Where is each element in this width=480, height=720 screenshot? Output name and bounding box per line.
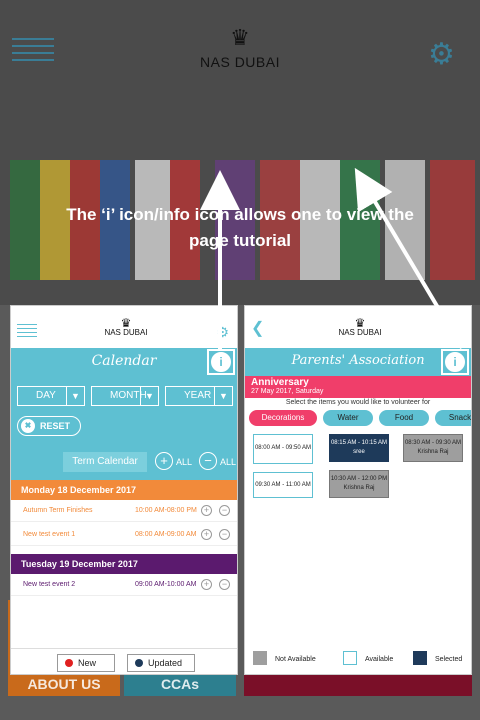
event-time: 08:00 AM-09:00 AM: [135, 531, 197, 538]
event-date: 27 May 2017, Saturday: [251, 388, 324, 395]
tutorial-screen: ♛ NAS DUBAI ⚙ The ‘i’ icon/info icon all…: [0, 0, 480, 720]
term-calendar-button[interactable]: Term Calendar: [63, 452, 147, 472]
calendar-screenshot: ♛ NAS DUBAI ⚙ Calendar i DAY ▼ MONTH ▼ YEA…: [10, 305, 238, 675]
remove-icon[interactable]: −: [219, 505, 230, 516]
remove-icon[interactable]: −: [219, 579, 230, 590]
instruction-text: Select the items you would like to volun…: [285, 399, 431, 406]
slot-time: 08:15 AM - 10:15 AM: [330, 440, 388, 446]
flag-shape: [10, 160, 40, 280]
gear-icon[interactable]: ⚙: [428, 40, 455, 70]
page-title: Calendar: [91, 353, 157, 369]
tile-label: ABOUT US: [27, 676, 101, 692]
tutorial-caption: The ‘i’ icon/info icon allows one to vie…: [66, 205, 414, 250]
slot-time: 10:30 AM - 12:00 PM: [330, 476, 388, 482]
event-name: Autumn Term Finishes: [23, 507, 93, 514]
event-time: 10:00 AM-08:00 PM: [135, 507, 197, 514]
collapse-all-label: ALL: [220, 457, 237, 467]
day-select[interactable]: DAY ▼: [17, 386, 85, 406]
expand-all-icon[interactable]: +: [155, 452, 173, 470]
menu-icon[interactable]: [17, 324, 37, 337]
card-header: ♛ NAS DUBAI ⚙: [11, 306, 237, 348]
collapse-all-icon[interactable]: −: [199, 452, 217, 470]
day-header: Monday 18 December 2017: [11, 480, 237, 500]
legend-new-label: New: [78, 658, 97, 668]
navy-dot-icon: [135, 659, 143, 667]
category-chip[interactable]: Water: [323, 410, 373, 426]
legend-swatch-not-available: [253, 651, 267, 665]
slot-time: 08:30 AM - 09:30 AM: [404, 440, 462, 446]
school-logo: ♛ NAS DUBAI: [335, 316, 385, 337]
menu-icon[interactable]: [12, 38, 54, 70]
hero-photo: The ‘i’ icon/info icon allows one to vie…: [0, 90, 480, 305]
legend-updated-label: Updated: [148, 658, 183, 668]
chevron-down-icon: ▼: [214, 387, 232, 405]
app-header: ♛ NAS DUBAI ⚙: [0, 0, 480, 90]
legend-not-available: Not Available: [275, 656, 316, 663]
event-name: New test event 1: [23, 531, 76, 538]
day-select-value: DAY: [36, 390, 56, 401]
time-slot[interactable]: 09:30 AM - 11:00 AM: [253, 472, 313, 498]
event-name: New test event 2: [23, 581, 76, 588]
back-icon[interactable]: ❮: [251, 318, 264, 338]
brand-text: NAS DUBAI: [338, 328, 382, 337]
add-icon[interactable]: +: [201, 579, 212, 590]
category-chip[interactable]: Snack: [435, 410, 471, 426]
day-header: Tuesday 19 December 2017: [11, 554, 237, 574]
school-logo: ♛ NAS DUBAI: [101, 316, 151, 337]
legend-swatch-available: [343, 651, 357, 665]
add-icon[interactable]: +: [201, 505, 212, 516]
category-chip[interactable]: Food: [379, 410, 429, 426]
event-row[interactable]: Autumn Term Finishes 10:00 AM-08:00 PM + −: [11, 500, 237, 522]
slot-name: sree: [353, 449, 365, 455]
time-slot[interactable]: 08:00 AM - 09:50 AM: [253, 434, 313, 464]
legend: New Updated: [11, 648, 237, 674]
legend-new: New: [57, 654, 115, 672]
crown-icon: ♛: [230, 25, 250, 50]
reset-button[interactable]: ✖ RESET: [17, 416, 81, 436]
gear-icon[interactable]: ⚙: [216, 324, 229, 341]
slot-time: 08:00 AM - 09:50 AM: [254, 445, 312, 451]
red-dot-icon: [65, 659, 73, 667]
event-time: 09:00 AM-10:00 AM: [135, 581, 197, 588]
legend-selected: Selected: [435, 656, 463, 663]
brand-text: NAS DUBAI: [104, 328, 148, 337]
crown-icon: ♛: [120, 316, 132, 330]
brand-text: NAS DUBAI: [200, 54, 280, 70]
title-band: Parents' Association i: [245, 348, 471, 376]
expand-all-label: ALL: [176, 457, 193, 467]
time-slot-unavailable: 08:30 AM - 09:30 AM Krishna Raj: [403, 434, 463, 462]
reset-label: RESET: [40, 421, 71, 431]
time-slot-selected[interactable]: 08:15 AM - 10:15 AM sree: [329, 434, 389, 462]
chevron-down-icon: ▼: [140, 387, 158, 405]
add-icon[interactable]: +: [201, 529, 212, 540]
title-band: Calendar i: [11, 348, 237, 376]
info-icon[interactable]: i: [445, 352, 465, 372]
chevron-down-icon: ▼: [66, 387, 84, 405]
event-row[interactable]: New test event 2 09:00 AM-10:00 AM + −: [11, 574, 237, 596]
event-row[interactable]: New test event 1 08:00 AM-09:00 AM + −: [11, 524, 237, 546]
flag-shape: [430, 160, 475, 280]
month-select[interactable]: MONTH ▼: [91, 386, 159, 406]
legend-swatch-selected: [413, 651, 427, 665]
time-slot-unavailable: 10:30 AM - 12:00 PM Krishna Raj: [329, 470, 389, 498]
remove-icon[interactable]: −: [219, 529, 230, 540]
legend-updated: Updated: [127, 654, 195, 672]
reset-icon: ✖: [21, 419, 35, 433]
school-logo: ♛ NAS DUBAI: [190, 25, 290, 71]
calendar-filters: DAY ▼ MONTH ▼ YEAR ▼ ✖ RESET Term Calendar +…: [11, 376, 237, 480]
legend-available: Available: [365, 656, 394, 663]
slot-time: 09:30 AM - 11:00 AM: [255, 482, 311, 488]
tile-label: CCAs: [160, 676, 200, 692]
year-select-value: YEAR: [184, 390, 212, 401]
parents-association-screenshot: ❮ ♛ NAS DUBAI Parents' Association i Ann…: [244, 305, 472, 675]
category-chip[interactable]: Decorations: [249, 410, 317, 426]
year-select[interactable]: YEAR ▼: [165, 386, 233, 406]
slot-name: Krishna Raj: [343, 485, 375, 491]
info-icon[interactable]: i: [211, 352, 231, 372]
slot-name: Krishna Raj: [417, 449, 449, 455]
crown-icon: ♛: [354, 316, 366, 330]
page-title: Parents' Association: [291, 353, 425, 368]
card-header: ❮ ♛ NAS DUBAI: [245, 306, 471, 348]
